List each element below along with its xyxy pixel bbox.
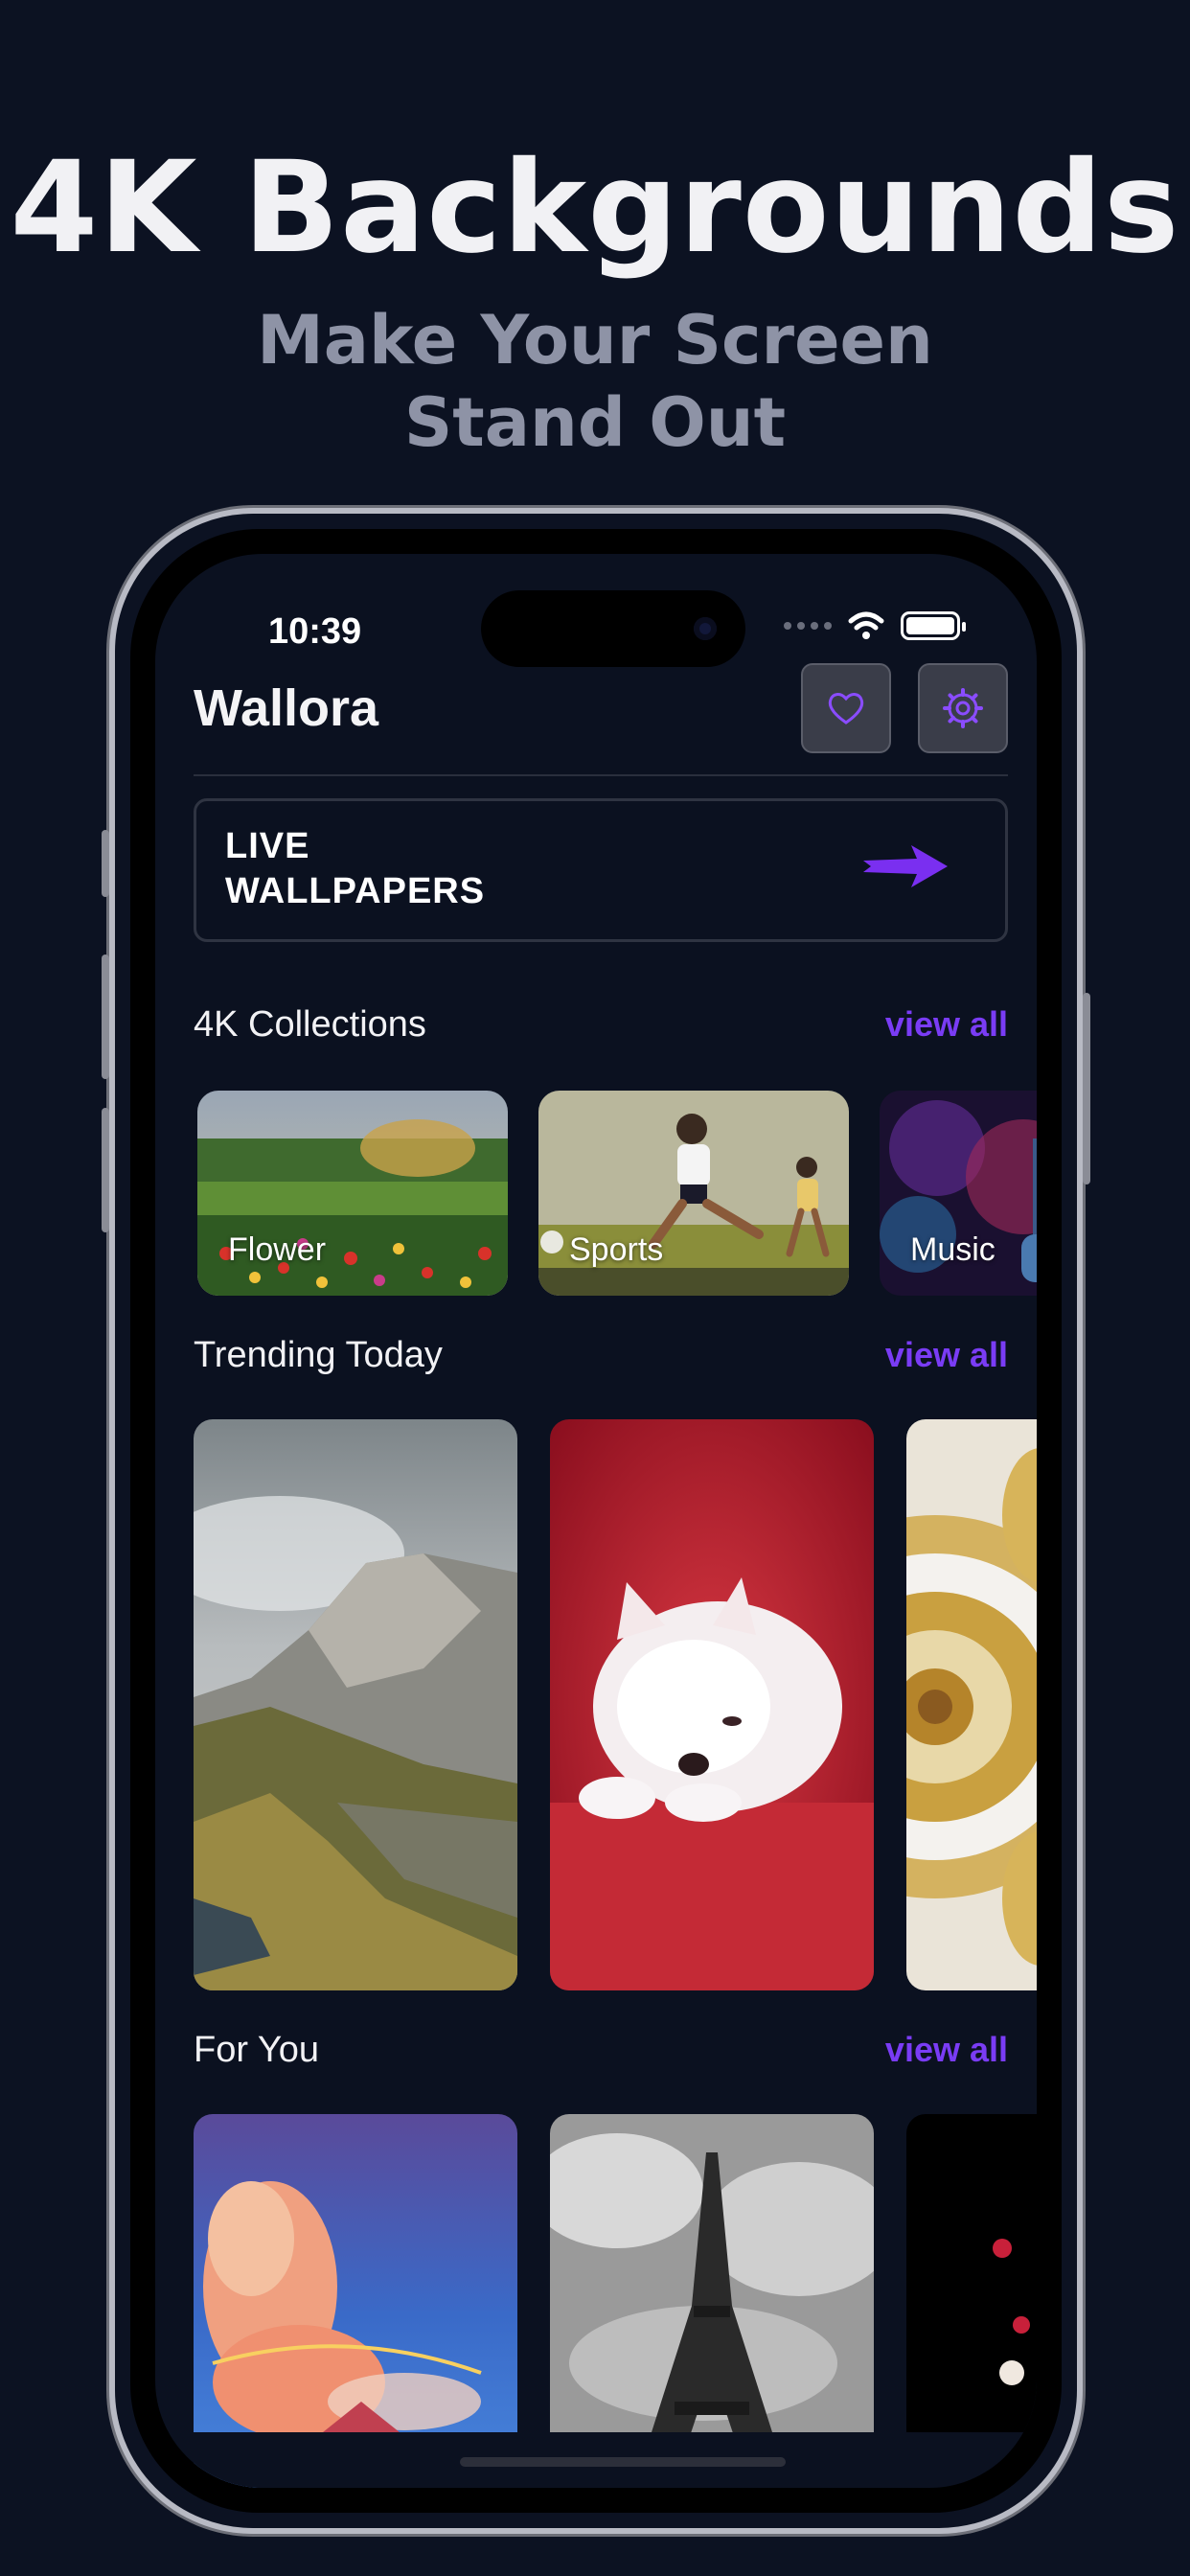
collection-card-flower[interactable]: Flower <box>197 1091 508 1296</box>
cellular-signal-icon <box>784 622 832 630</box>
settings-button[interactable] <box>918 663 1008 753</box>
status-time: 10:39 <box>268 611 362 652</box>
trending-wallpaper-puppy[interactable] <box>550 1419 874 1990</box>
promo-subtitle: Make Your Screen Stand Out <box>0 299 1190 464</box>
camera-icon <box>694 617 717 640</box>
collection-card-sports[interactable]: Sports <box>538 1091 849 1296</box>
for-you-section-title: For You <box>194 2030 319 2070</box>
heart-icon <box>828 693 864 724</box>
arrow-right-icon <box>863 845 948 887</box>
wifi-icon <box>848 611 884 639</box>
gear-icon <box>943 688 983 728</box>
puppy-wallpaper-image <box>550 1419 874 1990</box>
collections-section-title: 4K Collections <box>194 1004 426 1045</box>
trending-view-all-link[interactable]: view all <box>885 1335 1008 1375</box>
app-title: Wallora <box>194 679 379 737</box>
live-wallpapers-card[interactable]: LIVE WALLPAPERS <box>194 798 1008 942</box>
collection-label: Sports <box>569 1231 664 1268</box>
collection-label: Flower <box>228 1231 327 1268</box>
home-indicator[interactable] <box>460 2457 786 2467</box>
for-you-view-all-link[interactable]: view all <box>885 2030 1008 2070</box>
collection-card-music[interactable]: Music <box>880 1091 1037 1296</box>
favorites-button[interactable] <box>801 663 891 753</box>
dynamic-island <box>481 590 745 667</box>
collection-label: Music <box>910 1231 995 1268</box>
battery-icon <box>901 611 966 640</box>
trending-wallpaper-mandala[interactable] <box>906 1419 1037 1990</box>
phone-action-button <box>102 830 109 897</box>
phone-volume-up-button <box>102 954 109 1079</box>
header-divider <box>194 774 1008 776</box>
live-wallpapers-line1: LIVE <box>225 826 310 866</box>
promo-title: 4K Backgrounds <box>10 134 1180 282</box>
live-wallpapers-line2: WALLPAPERS <box>225 871 486 911</box>
mountain-wallpaper-image <box>194 1419 517 1990</box>
phone-bezel: 10:39 Wallora LIVE WALLPAPERS 4K Collect… <box>130 529 1062 2513</box>
live-wallpapers-label: LIVE WALLPAPERS <box>225 824 485 914</box>
status-indicators <box>784 611 966 640</box>
phone-power-button <box>1083 993 1090 1184</box>
promo-subtitle-line2: Stand Out <box>403 383 787 462</box>
mandala-wallpaper-image <box>906 1419 1037 1990</box>
collections-view-all-link[interactable]: view all <box>885 1004 1008 1045</box>
trending-section-title: Trending Today <box>194 1335 443 1375</box>
app-screen: 10:39 Wallora LIVE WALLPAPERS 4K Collect… <box>155 554 1037 2488</box>
trending-wallpaper-mountains[interactable] <box>194 1419 517 1990</box>
promo-subtitle-line1: Make Your Screen <box>257 301 933 380</box>
phone-volume-down-button <box>102 1108 109 1232</box>
phone-frame: 10:39 Wallora LIVE WALLPAPERS 4K Collect… <box>102 508 1090 2534</box>
